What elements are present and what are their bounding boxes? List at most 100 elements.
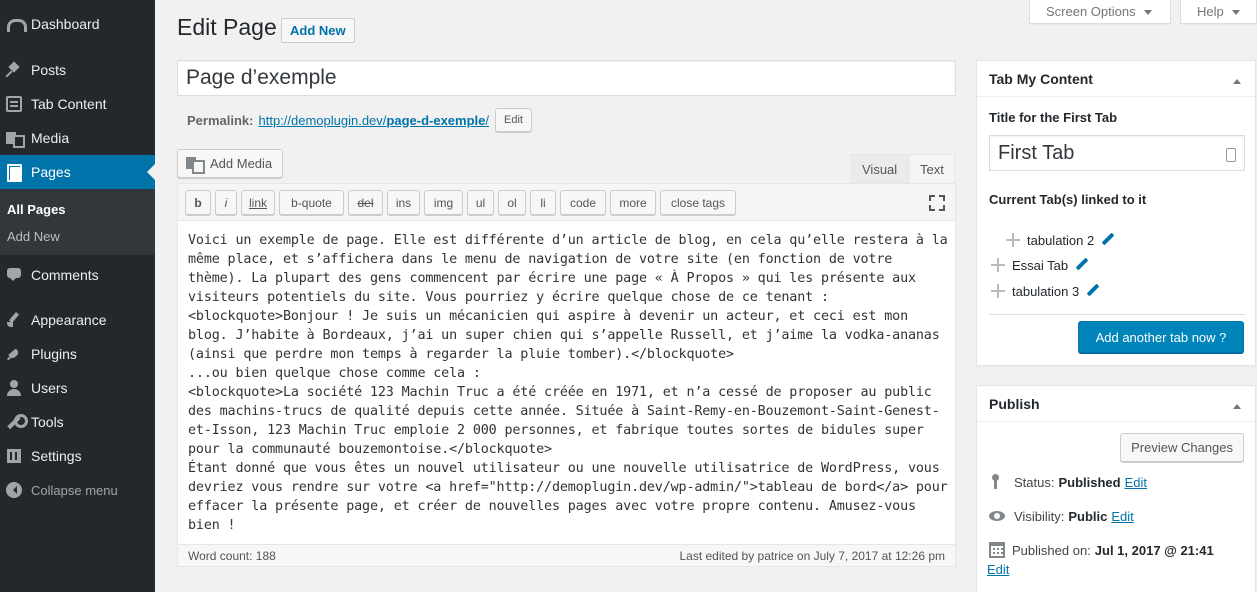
sidebar-item-label: Plugins: [31, 346, 77, 362]
divider: [989, 314, 1245, 315]
publish-box-header[interactable]: Publish: [977, 386, 1255, 422]
qt-more-button[interactable]: more: [610, 190, 656, 215]
chevron-down-icon: [1143, 9, 1152, 19]
sidebar-item-tab-content[interactable]: Tab Content: [0, 87, 155, 121]
sidebar-item-label: Media: [31, 130, 70, 146]
fullscreen-icon[interactable]: [929, 195, 945, 211]
submenu-all-pages[interactable]: All Pages: [7, 202, 66, 217]
publish-box: Publish Preview Changes Status: Publishe…: [976, 385, 1256, 592]
status-value: Published: [1058, 474, 1121, 490]
status-label: Status:: [1014, 474, 1055, 490]
linked-tab-name: Essai Tab: [1012, 257, 1069, 273]
permalink-link[interactable]: http://demoplugin.dev/page-d-exemple/: [258, 113, 489, 128]
tab-my-content-box: Tab My Content Title for the First Tab F…: [976, 60, 1256, 366]
qt-ul-button[interactable]: ul: [467, 190, 494, 215]
status-row: Status: Published Edit: [989, 474, 1147, 490]
sidebar-item-settings[interactable]: Settings: [0, 439, 155, 473]
permalink-row: Permalink: http://demoplugin.dev/page-d-…: [187, 108, 532, 132]
pencil-icon[interactable]: [1101, 233, 1115, 247]
qt-italic-button[interactable]: i: [215, 190, 237, 215]
collapse-menu-button[interactable]: Collapse menu: [0, 473, 155, 507]
status-edit-link[interactable]: Edit: [1125, 475, 1147, 490]
sidebar-item-label: Comments: [31, 267, 99, 283]
sidebar-item-media[interactable]: Media: [0, 121, 155, 155]
sidebar-item-plugins[interactable]: Plugins: [0, 337, 155, 371]
add-media-button[interactable]: Add Media: [177, 149, 284, 178]
sidebar-item-label: Tools: [31, 414, 64, 430]
preview-changes-button[interactable]: Preview Changes: [1120, 433, 1244, 462]
qt-link-button[interactable]: link: [241, 190, 275, 215]
qt-img-button[interactable]: img: [424, 190, 463, 215]
qt-blockquote-button[interactable]: b-quote: [279, 190, 344, 215]
tools-icon: [6, 414, 28, 430]
tab-text[interactable]: Text: [909, 154, 955, 184]
screen-options-button[interactable]: Screen Options: [1029, 0, 1171, 24]
published-label: Published on:: [1012, 542, 1091, 558]
publish-box-title: Publish: [989, 395, 1040, 412]
pages-submenu: All Pages Add New: [0, 189, 155, 255]
screen-options-label: Screen Options: [1046, 4, 1136, 19]
qt-del-button[interactable]: del: [348, 190, 383, 215]
autofill-icon: [1226, 148, 1236, 162]
first-tab-input[interactable]: First Tab: [989, 135, 1245, 171]
qt-ins-button[interactable]: ins: [387, 190, 420, 215]
qt-bold-button[interactable]: b: [185, 190, 211, 215]
word-count: Word count: 188: [188, 549, 276, 563]
move-icon[interactable]: [990, 257, 1006, 273]
permalink-edit-button[interactable]: Edit: [495, 108, 532, 132]
sidebar-item-users[interactable]: Users: [0, 371, 155, 405]
permalink-label: Permalink:: [187, 112, 254, 128]
published-on-row: Published on: Jul 1, 2017 @ 21:41: [989, 542, 1214, 558]
settings-icon: [6, 448, 22, 464]
visibility-value: Public: [1068, 508, 1108, 524]
collapse-toggle-icon[interactable]: [1233, 75, 1241, 84]
brush-icon: [6, 312, 22, 328]
collapse-toggle-icon[interactable]: [1233, 400, 1241, 409]
content-textarea[interactable]: Voici un exemple de page. Elle est diffé…: [188, 231, 948, 535]
sidebar-item-posts[interactable]: Posts: [0, 53, 155, 87]
sidebar-item-label: Users: [31, 380, 68, 396]
tab-box-title: Tab My Content: [989, 70, 1093, 87]
qt-close-tags-button[interactable]: close tags: [660, 190, 736, 215]
sidebar-item-comments[interactable]: Comments: [0, 258, 155, 292]
tab-box-header[interactable]: Tab My Content: [977, 61, 1255, 97]
pencil-icon[interactable]: [1086, 284, 1100, 298]
media-icon: [6, 130, 25, 148]
help-button[interactable]: Help: [1180, 0, 1257, 24]
collapse-arrow-icon: [6, 482, 22, 498]
published-edit-link[interactable]: Edit: [987, 562, 1009, 577]
quicktags-toolbar: b i link b-quote del ins img ul ol li co…: [178, 184, 955, 221]
key-icon: [989, 474, 1007, 490]
sidebar-item-appearance[interactable]: Appearance: [0, 303, 155, 337]
qt-code-button[interactable]: code: [560, 190, 606, 215]
help-label: Help: [1197, 4, 1224, 19]
pin-icon: [6, 62, 22, 78]
add-new-button[interactable]: Add New: [281, 18, 355, 43]
admin-sidebar: Dashboard Posts Tab Content Media Pages …: [0, 0, 155, 592]
sidebar-item-pages[interactable]: Pages: [0, 155, 155, 189]
sidebar-item-label: Settings: [31, 448, 82, 464]
submenu-add-new[interactable]: Add New: [7, 229, 60, 244]
move-icon[interactable]: [1005, 232, 1021, 248]
pages-icon: [6, 164, 22, 182]
qt-li-button[interactable]: li: [530, 190, 556, 215]
tab-visual[interactable]: Visual: [851, 154, 909, 184]
sidebar-item-label: Appearance: [31, 312, 107, 328]
move-icon[interactable]: [990, 283, 1006, 299]
linked-tab-item: tabulation 3: [990, 283, 1100, 299]
post-title-input[interactable]: Page d’exemple: [177, 60, 956, 96]
users-icon: [6, 380, 22, 396]
sidebar-item-dashboard[interactable]: Dashboard: [0, 7, 155, 41]
plugin-icon: [6, 346, 22, 362]
visibility-edit-link[interactable]: Edit: [1111, 509, 1133, 524]
add-media-icon: [186, 156, 205, 174]
editor-status-bar: Word count: 188 Last edited by patrice o…: [178, 544, 955, 566]
comments-icon: [6, 267, 22, 283]
add-another-tab-button[interactable]: Add another tab now ?: [1078, 321, 1244, 353]
sidebar-item-tools[interactable]: Tools: [0, 405, 155, 439]
qt-ol-button[interactable]: ol: [498, 190, 526, 215]
dashboard-icon: [6, 16, 27, 32]
pencil-icon[interactable]: [1075, 258, 1089, 272]
collapse-menu-label: Collapse menu: [31, 482, 118, 498]
sidebar-item-label: Pages: [31, 164, 71, 180]
